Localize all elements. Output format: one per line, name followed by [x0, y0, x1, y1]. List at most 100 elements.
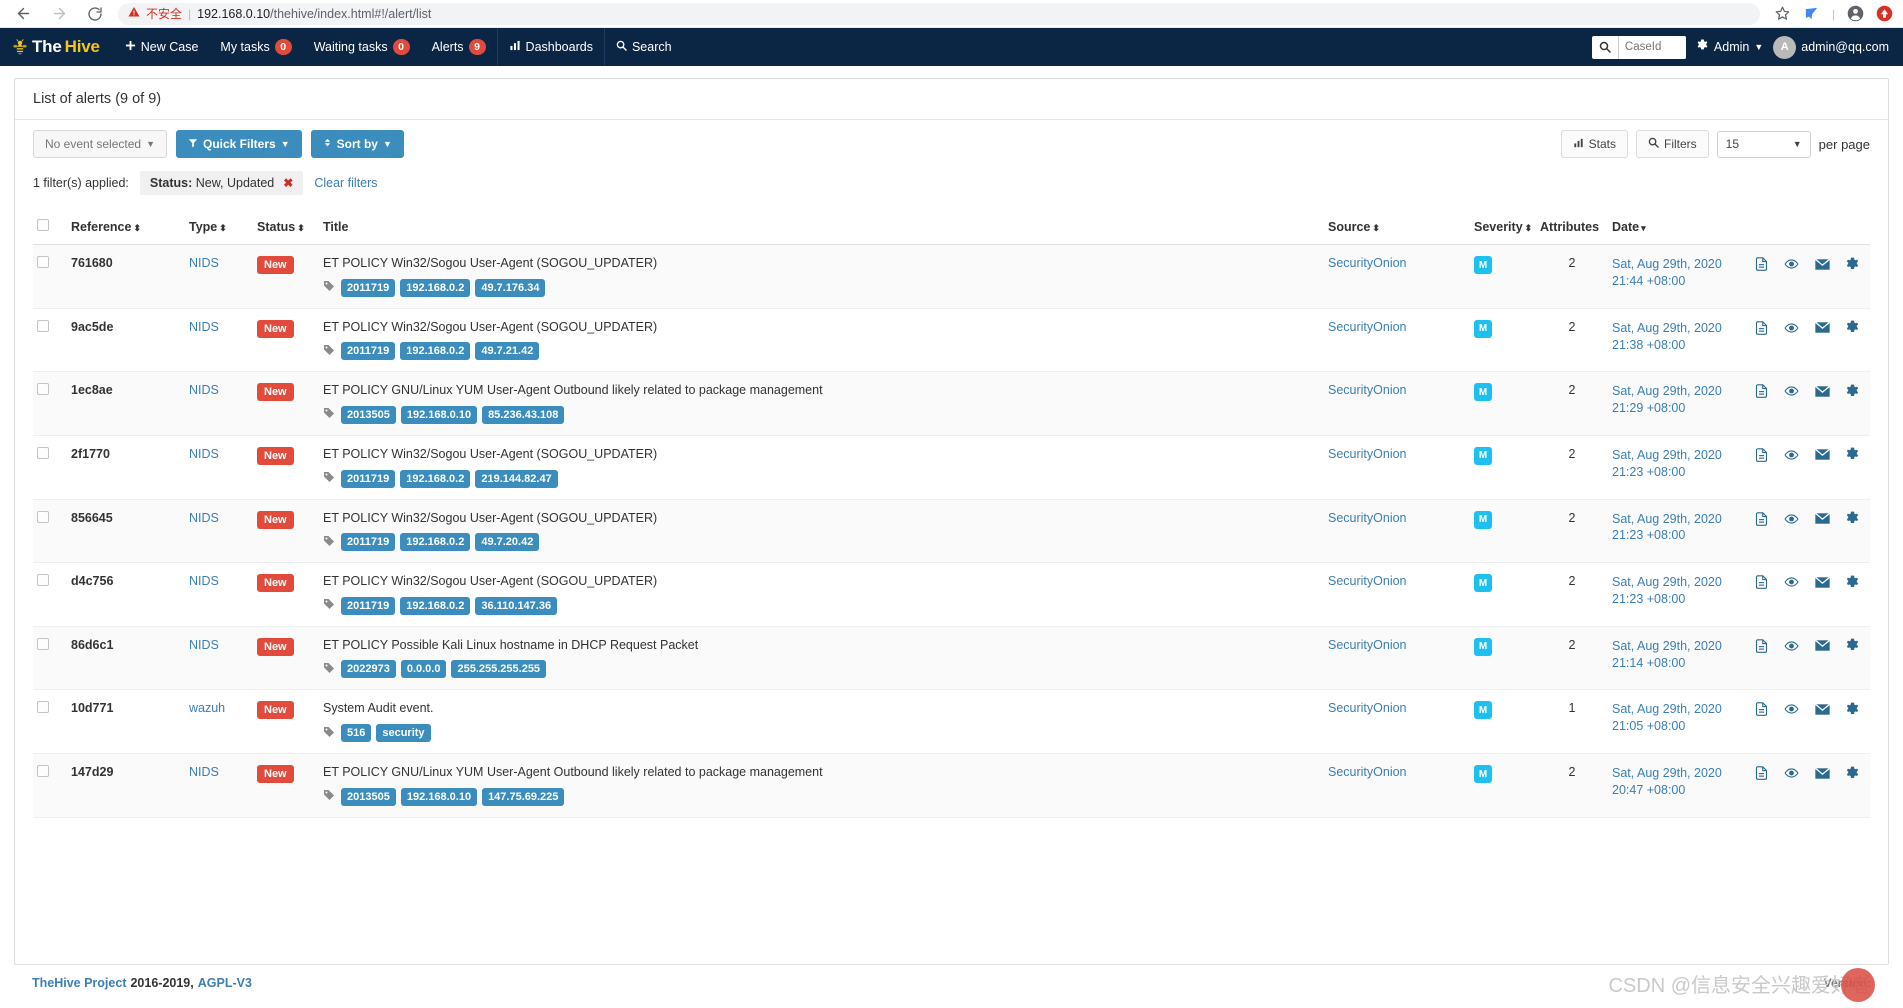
date-line-1[interactable]: Sat, Aug 29th, 2020 — [1612, 638, 1730, 655]
document-icon[interactable] — [1754, 256, 1769, 272]
back-arrow-icon[interactable] — [10, 2, 36, 26]
alert-title[interactable]: ET POLICY GNU/Linux YUM User-Agent Outbo… — [323, 383, 1320, 399]
row-checkbox[interactable] — [37, 510, 49, 523]
th-status[interactable]: Status ⬍ — [253, 209, 319, 245]
table-row[interactable]: 856645 NIDS New ET POLICY Win32/Sogou User-… — [33, 499, 1870, 564]
extension-icon[interactable] — [1803, 5, 1821, 23]
th-date[interactable]: Date ▾ — [1608, 209, 1734, 245]
row-checkbox[interactable] — [37, 319, 49, 332]
nav-item-search[interactable]: Search — [603, 28, 683, 66]
per-page-select[interactable]: 15 ▼ — [1716, 130, 1811, 158]
type-link[interactable]: NIDS — [189, 383, 219, 397]
case-id-search[interactable] — [1591, 35, 1686, 59]
nav-item-my-tasks[interactable]: My tasks 0 — [209, 28, 302, 66]
document-icon[interactable] — [1754, 574, 1769, 590]
date-line-1[interactable]: Sat, Aug 29th, 2020 — [1612, 511, 1730, 528]
document-icon[interactable] — [1754, 511, 1769, 527]
forward-arrow-icon[interactable] — [46, 2, 72, 26]
table-row[interactable]: 2f1770 NIDS New ET POLICY Win32/Sogou User-… — [33, 435, 1870, 500]
nav-item-waiting-tasks[interactable]: Waiting tasks 0 — [303, 28, 421, 66]
envelope-icon[interactable] — [1814, 576, 1831, 589]
envelope-icon[interactable] — [1814, 258, 1831, 271]
gear-icon[interactable] — [1845, 447, 1860, 462]
tag-chip[interactable]: 2011719 — [341, 469, 396, 488]
date-line-2[interactable]: 21:38 +08:00 — [1612, 337, 1730, 354]
tag-chip[interactable]: 2011719 — [341, 596, 396, 615]
tag-chip[interactable]: 192.168.0.10 — [400, 405, 478, 424]
alert-title[interactable]: ET POLICY Win32/Sogou User-Agent (SOGOU_… — [323, 447, 1320, 463]
document-icon[interactable] — [1754, 701, 1769, 717]
tag-chip[interactable]: 49.7.20.42 — [475, 533, 540, 552]
document-icon[interactable] — [1754, 765, 1769, 781]
date-line-1[interactable]: Sat, Aug 29th, 2020 — [1612, 574, 1730, 591]
tag-chip[interactable]: 192.168.0.2 — [400, 596, 471, 615]
date-line-1[interactable]: Sat, Aug 29th, 2020 — [1612, 447, 1730, 464]
row-checkbox[interactable] — [37, 637, 49, 650]
filters-button[interactable]: Filters — [1636, 130, 1709, 158]
source-link[interactable]: SecurityOnion — [1328, 638, 1407, 652]
nav-item-dashboards[interactable]: Dashboards — [496, 28, 604, 66]
table-row[interactable]: 147d29 NIDS New ET POLICY GNU/Linux YUM Use… — [33, 753, 1870, 818]
alert-title[interactable]: ET POLICY Win32/Sogou User-Agent (SOGOU_… — [323, 511, 1320, 527]
brand-logo[interactable]: The Hive — [0, 28, 114, 66]
source-link[interactable]: SecurityOnion — [1328, 383, 1407, 397]
source-link[interactable]: SecurityOnion — [1328, 765, 1407, 779]
select-all-checkbox[interactable] — [37, 219, 49, 231]
envelope-icon[interactable] — [1814, 385, 1831, 398]
footer-project-link[interactable]: TheHive Project — [32, 976, 126, 990]
tag-chip[interactable]: 219.144.82.47 — [475, 469, 558, 488]
footer-license-link[interactable]: AGPL-V3 — [198, 976, 252, 990]
gear-icon[interactable] — [1845, 575, 1860, 590]
source-link[interactable]: SecurityOnion — [1328, 574, 1407, 588]
tag-chip[interactable]: 2011719 — [341, 278, 396, 297]
envelope-icon[interactable] — [1814, 767, 1831, 780]
tag-chip[interactable]: 192.168.0.2 — [400, 533, 471, 552]
envelope-icon[interactable] — [1814, 321, 1831, 334]
date-line-1[interactable]: Sat, Aug 29th, 2020 — [1612, 383, 1730, 400]
th-severity[interactable]: Severity ⬍ — [1470, 209, 1536, 245]
document-icon[interactable] — [1754, 383, 1769, 399]
tag-chip[interactable]: 192.168.0.2 — [400, 469, 471, 488]
alert-title[interactable]: ET POLICY Win32/Sogou User-Agent (SOGOU_… — [323, 320, 1320, 336]
eye-icon[interactable] — [1783, 512, 1800, 526]
type-link[interactable]: NIDS — [189, 320, 219, 334]
tag-chip[interactable]: 49.7.176.34 — [475, 278, 546, 297]
alert-title[interactable]: ET POLICY Win32/Sogou User-Agent (SOGOU_… — [323, 574, 1320, 590]
table-row[interactable]: 10d771 wazuh New System Audit event. 516 secu… — [33, 689, 1870, 754]
gear-icon[interactable] — [1845, 638, 1860, 653]
type-link[interactable]: NIDS — [189, 765, 219, 779]
update-icon[interactable] — [1875, 5, 1893, 23]
date-line-1[interactable]: Sat, Aug 29th, 2020 — [1612, 320, 1730, 337]
quick-filters-button[interactable]: Quick Filters ▼ — [175, 130, 302, 158]
date-line-1[interactable]: Sat, Aug 29th, 2020 — [1612, 765, 1730, 782]
type-link[interactable]: NIDS — [189, 447, 219, 461]
tag-chip[interactable]: 192.168.0.2 — [400, 342, 471, 361]
eye-icon[interactable] — [1783, 575, 1800, 589]
gear-icon[interactable] — [1845, 766, 1860, 781]
tag-chip[interactable]: 147.75.69.225 — [482, 787, 565, 806]
filter-chip-status[interactable]: Status: New, Updated ✖ — [139, 171, 304, 195]
user-menu[interactable]: A admin@qq.com — [1773, 35, 1889, 59]
date-line-2[interactable]: 21:23 +08:00 — [1612, 464, 1730, 481]
tag-chip[interactable]: 2022973 — [341, 660, 396, 679]
alert-title[interactable]: ET POLICY Possible Kali Linux hostname i… — [323, 638, 1320, 654]
profile-icon[interactable] — [1846, 5, 1864, 23]
type-link[interactable]: NIDS — [189, 256, 219, 270]
row-checkbox[interactable] — [37, 765, 49, 777]
row-checkbox[interactable] — [37, 256, 49, 268]
row-checkbox[interactable] — [37, 574, 49, 587]
table-row[interactable]: 86d6c1 NIDS New ET POLICY Possible Kali Lin… — [33, 626, 1870, 691]
alert-title[interactable]: ET POLICY GNU/Linux YUM User-Agent Outbo… — [323, 765, 1320, 781]
tag-chip[interactable]: 192.168.0.2 — [400, 278, 471, 297]
th-reference[interactable]: Reference ⬍ — [67, 209, 185, 245]
eye-icon[interactable] — [1783, 257, 1800, 271]
eye-icon[interactable] — [1783, 448, 1800, 462]
tag-chip[interactable]: 2011719 — [341, 342, 396, 361]
date-line-2[interactable]: 21:44 +08:00 — [1612, 273, 1730, 290]
source-link[interactable]: SecurityOnion — [1328, 511, 1407, 525]
tag-chip[interactable]: security — [376, 724, 431, 742]
envelope-icon[interactable] — [1814, 448, 1831, 461]
case-id-input[interactable] — [1617, 35, 1686, 59]
nav-item-new-case[interactable]: New Case — [114, 28, 210, 66]
search-icon[interactable] — [1592, 36, 1618, 59]
